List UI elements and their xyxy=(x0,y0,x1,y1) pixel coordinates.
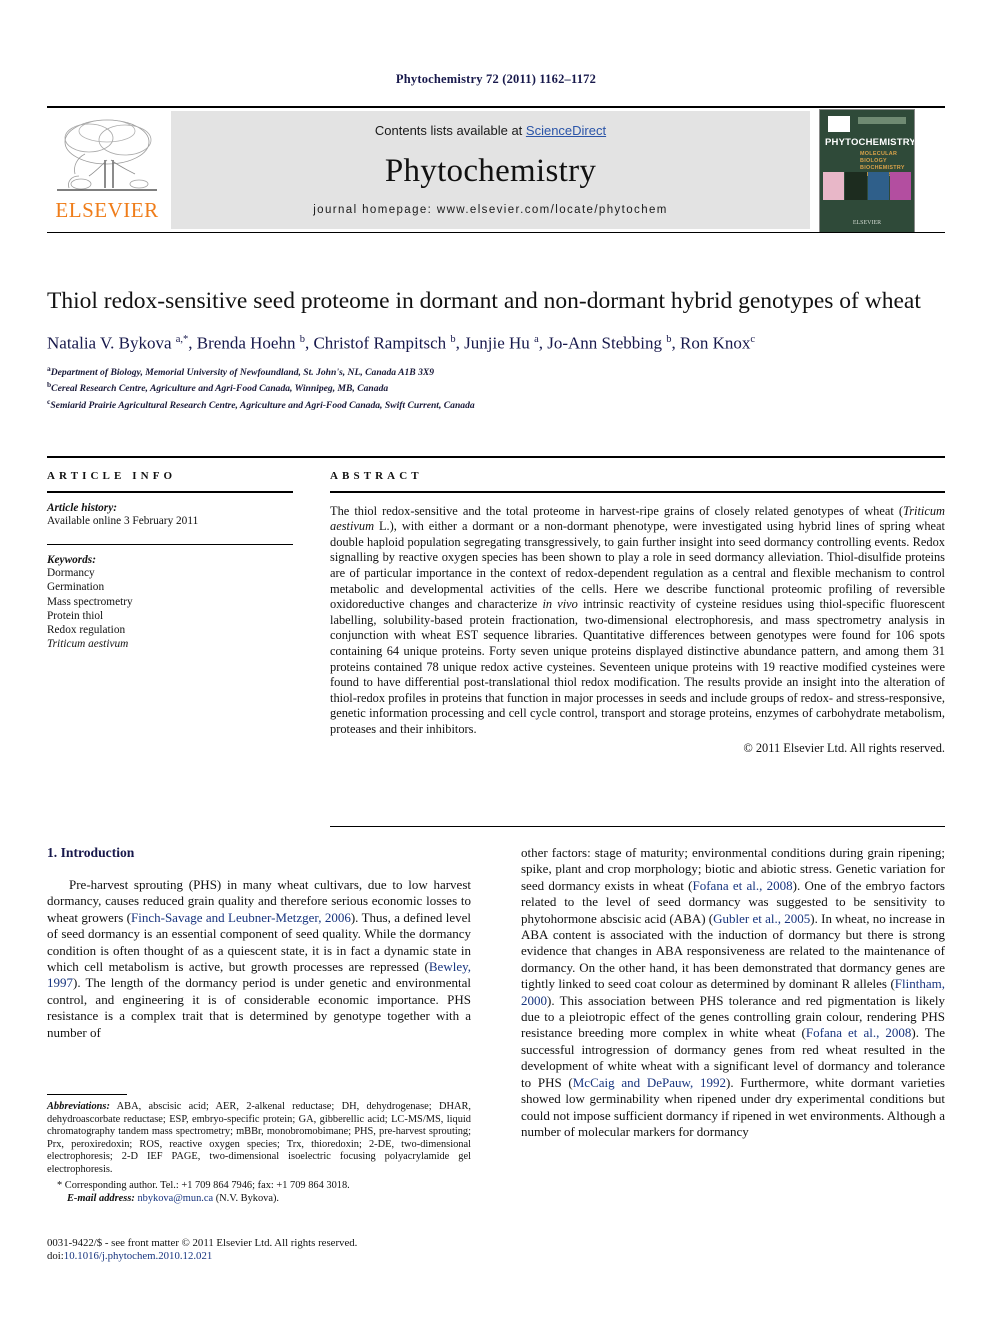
abstract-bottom-rule xyxy=(330,826,945,828)
cover-top-bar xyxy=(858,117,906,124)
abstract-copyright: © 2011 Elsevier Ltd. All rights reserved… xyxy=(743,740,945,755)
affiliation-item: cSemiarid Prairie Agricultural Research … xyxy=(47,397,475,412)
author-list: Natalia V. Bykova a,*, Brenda Hoehn b, C… xyxy=(47,333,756,353)
affiliation-item: bCereal Research Centre, Agriculture and… xyxy=(47,380,389,395)
article-history-label: Article history: xyxy=(47,501,117,514)
article-info-rule xyxy=(47,491,293,493)
contents-prefix: Contents lists available at xyxy=(374,123,526,138)
corresponding-author-footnote: * Corresponding author. Tel.: +1 709 864… xyxy=(57,1179,350,1191)
page-title: Thiol redox-sensitive seed proteome in d… xyxy=(47,288,921,314)
masthead-bottom-rule xyxy=(47,232,945,233)
body-column-right: other factors: stage of maturity; enviro… xyxy=(521,845,945,1140)
journal-homepage-line[interactable]: journal homepage: www.elsevier.com/locat… xyxy=(171,204,810,216)
keywords-rule xyxy=(47,543,293,546)
article-info-heading: ARTICLE INFO xyxy=(47,470,177,482)
email-link[interactable]: nbykova@mun.ca xyxy=(137,1193,213,1204)
doi-label: doi: xyxy=(47,1250,64,1263)
article-info-panel: ARTICLE INFO Article history: Available … xyxy=(47,470,293,651)
keywords-label: Keywords: xyxy=(47,554,96,567)
journal-article-page: Phytochemistry 72 (2011) 1162–1172 ELSEV… xyxy=(0,0,992,1323)
doi-line: doi:10.1016/j.phytochem.2010.12.021 xyxy=(47,1250,487,1263)
email-label: E-mail address: xyxy=(67,1193,135,1205)
elsevier-logo: ELSEVIER xyxy=(52,114,162,228)
abstract-panel: ABSTRACT The thiol redox-sensitive and t… xyxy=(330,470,945,756)
elsevier-wordmark: ELSEVIER xyxy=(55,198,159,222)
article-history-value: Available online 3 February 2011 xyxy=(47,514,199,527)
keyword-item: Redox regulation xyxy=(47,624,126,636)
sciencedirect-link[interactable]: ScienceDirect xyxy=(526,123,606,138)
abstract-top-rule xyxy=(47,456,945,458)
body-column-left: 1. Introduction Pre-harvest sprouting (P… xyxy=(47,845,471,1041)
cover-image-strip xyxy=(823,172,911,200)
body-paragraph: other factors: stage of maturity; enviro… xyxy=(521,845,945,1139)
abstract-text: The thiol redox-sensitive and the total … xyxy=(330,503,945,736)
abbreviations-footnote: Abbreviations: ABA, abscisic acid; AER, … xyxy=(47,1101,471,1177)
email-footnote: E-mail address: nbykova@mun.ca (N.V. Byk… xyxy=(47,1193,471,1206)
running-head: Phytochemistry 72 (2011) 1162–1172 xyxy=(395,72,597,86)
keyword-item: Protein thiol xyxy=(47,609,104,622)
cover-artwork: PHYTOCHEMISTRY MOLECULAR BIOLOGY BIOCHEMI… xyxy=(820,110,914,232)
journal-masthead: ELSEVIER Contents lists available at Sci… xyxy=(47,106,945,233)
elsevier-tree-icon xyxy=(57,119,157,191)
section-heading-introduction: 1. Introduction xyxy=(47,845,135,860)
masthead-center-band: Contents lists available at ScienceDirec… xyxy=(171,111,810,229)
keyword-item: Triticum aestivum xyxy=(47,638,129,651)
email-owner: (N.V. Bykova). xyxy=(215,1193,280,1205)
title-block: Thiol redox-sensitive seed proteome in d… xyxy=(47,286,945,413)
keyword-item: Mass spectrometry xyxy=(47,595,133,608)
cover-publisher-badge xyxy=(828,116,850,132)
keywords-list: Dormancy Germination Mass spectrometry P… xyxy=(47,566,293,651)
abstract-heading: ABSTRACT xyxy=(330,470,423,482)
body-paragraph: Pre-harvest sprouting (PHS) in many whea… xyxy=(47,877,471,1040)
contents-lists-line: Contents lists available at ScienceDirec… xyxy=(171,123,810,138)
affiliation-list: aDepartment of Biology, Memorial Univers… xyxy=(47,363,945,413)
keyword-item: Dormancy xyxy=(47,567,95,580)
journal-cover-thumbnail: PHYTOCHEMISTRY MOLECULAR BIOLOGY BIOCHEMI… xyxy=(819,109,915,233)
abbreviations-label: Abbreviations: xyxy=(47,1101,110,1112)
imprint-block: 0031-9422/$ - see front matter © 2011 El… xyxy=(47,1237,487,1264)
footnote-block: Abbreviations: ABA, abscisic acid; AER, … xyxy=(47,1094,471,1206)
keyword-item: Germination xyxy=(47,581,105,594)
footnote-separator-rule xyxy=(47,1094,127,1095)
journal-title: Phytochemistry xyxy=(384,153,597,189)
doi-value[interactable]: 10.1016/j.phytochem.2010.12.021 xyxy=(64,1250,212,1262)
abbreviations-text: ABA, abscisic acid; AER, 2-alkenal reduc… xyxy=(47,1101,471,1175)
imprint-line: 0031-9422/$ - see front matter © 2011 El… xyxy=(47,1237,358,1249)
masthead-top-rule xyxy=(47,106,945,108)
abstract-rule xyxy=(330,491,945,493)
cover-publisher-name: ELSEVIER xyxy=(852,220,882,226)
affiliation-item: aDepartment of Biology, Memorial Univers… xyxy=(47,363,435,378)
cover-journal-title: PHYTOCHEMISTRY xyxy=(825,137,915,148)
